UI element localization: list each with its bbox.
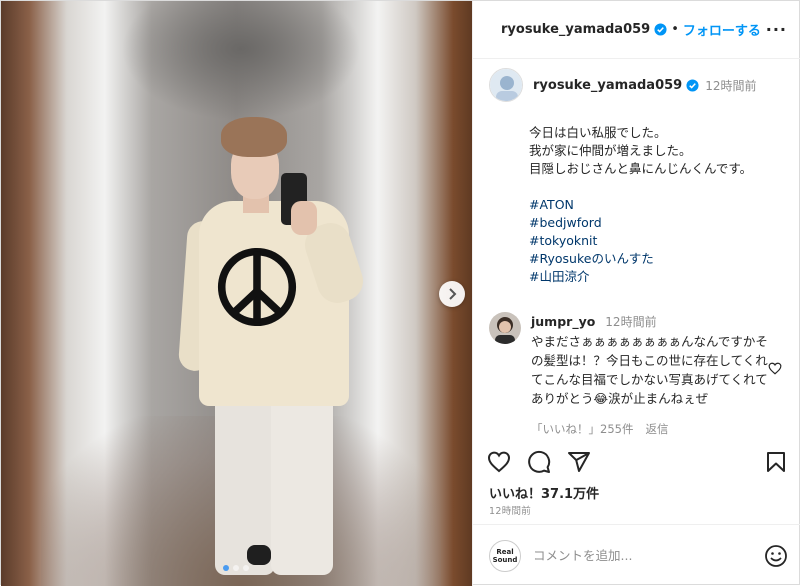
verified-badge-icon: [686, 78, 699, 92]
caption-header: ryosuke_yamada059 12時間前: [473, 60, 800, 102]
action-bar: [473, 447, 800, 477]
header-username[interactable]: ryosuke_yamada059: [501, 22, 650, 37]
hashtag-link[interactable]: #ATON: [529, 196, 800, 214]
follow-button[interactable]: フォローする: [683, 20, 761, 39]
more-options-button[interactable]: ···: [766, 20, 787, 39]
bookmark-icon[interactable]: [764, 450, 788, 474]
comment-time: 12時間前: [605, 315, 657, 329]
comment-meta: 「いいね！」255件 返信: [531, 420, 771, 436]
caption-line: 目隠しおじさんと鼻にんじんくんです。: [529, 161, 753, 176]
background-shade: [121, 1, 361, 121]
carousel-dot: [223, 565, 229, 571]
comment-like-count[interactable]: 「いいね！」255件: [531, 420, 633, 436]
peace-sign: [217, 247, 297, 327]
post-side-panel: ryosuke_yamada059 • フォローする ··· ryosuke_y…: [472, 1, 800, 586]
commenter-username[interactable]: jumpr_yo: [531, 314, 595, 329]
reply-button[interactable]: 返信: [645, 420, 668, 436]
current-user-avatar: Real Sound: [489, 539, 521, 572]
caption-time: 12時間前: [705, 78, 757, 93]
carousel-dot: [233, 565, 239, 571]
hashtag-link[interactable]: #Ryosukeのいんすた: [529, 250, 800, 268]
caption-line: 我が家に仲間が増えました。: [529, 143, 692, 158]
caption-username[interactable]: ryosuke_yamada059: [533, 78, 682, 93]
commenter-avatar-image: [489, 312, 521, 344]
hashtag-link[interactable]: #bedjwford: [529, 214, 800, 232]
commenter-avatar[interactable]: [489, 312, 521, 344]
post-photo[interactable]: [1, 1, 472, 586]
hashtag-link[interactable]: #山田涼介: [529, 268, 800, 286]
comment-item: jumpr_yo 12時間前 やまださぁぁぁぁぁぁぁぁんなんですかその髪型は！？…: [473, 286, 800, 436]
comments-scroll-area[interactable]: ryosuke_yamada059 12時間前 今日は白い私服でした。 我が家に…: [473, 60, 800, 436]
post-time[interactable]: 12時間前: [489, 503, 531, 517]
avatar-image: [490, 69, 522, 101]
avatar[interactable]: [489, 68, 523, 102]
caption-line: 今日は白い私服でした。: [529, 125, 667, 140]
header-separator: •: [671, 22, 679, 37]
like-count[interactable]: いいね！37.1万件: [489, 483, 599, 502]
caption-text: 今日は白い私服でした。 我が家に仲間が増えました。 目隠しおじさんと鼻にんじんく…: [473, 102, 800, 286]
comment-input[interactable]: [533, 548, 743, 563]
comment-body: jumpr_yo 12時間前 やまださぁぁぁぁぁぁぁぁんなんですかその髪型は！？…: [531, 312, 771, 436]
add-comment-section: Real Sound: [473, 524, 800, 586]
post-header: ryosuke_yamada059 • フォローする ···: [473, 1, 800, 59]
comment-text: やまださぁぁぁぁぁぁぁぁんなんですかその髪型は！？今日もこの世に存在してくれてこ…: [531, 334, 768, 406]
paper-plane-icon[interactable]: [567, 450, 591, 474]
heart-icon[interactable]: [487, 450, 511, 474]
carousel-dot: [243, 565, 249, 571]
emoji-smile-icon[interactable]: [764, 544, 788, 568]
carousel-dots: [223, 565, 249, 571]
hashtag-link[interactable]: #tokyoknit: [529, 232, 800, 250]
comment-bubble-icon[interactable]: [527, 450, 551, 474]
chevron-right-icon: [449, 288, 457, 300]
verified-badge-icon: [654, 23, 667, 36]
person-figure: [177, 113, 371, 583]
instagram-post: ryosuke_yamada059 • フォローする ··· ryosuke_y…: [0, 0, 800, 586]
next-photo-button[interactable]: [439, 281, 465, 307]
heart-icon[interactable]: [768, 362, 782, 375]
